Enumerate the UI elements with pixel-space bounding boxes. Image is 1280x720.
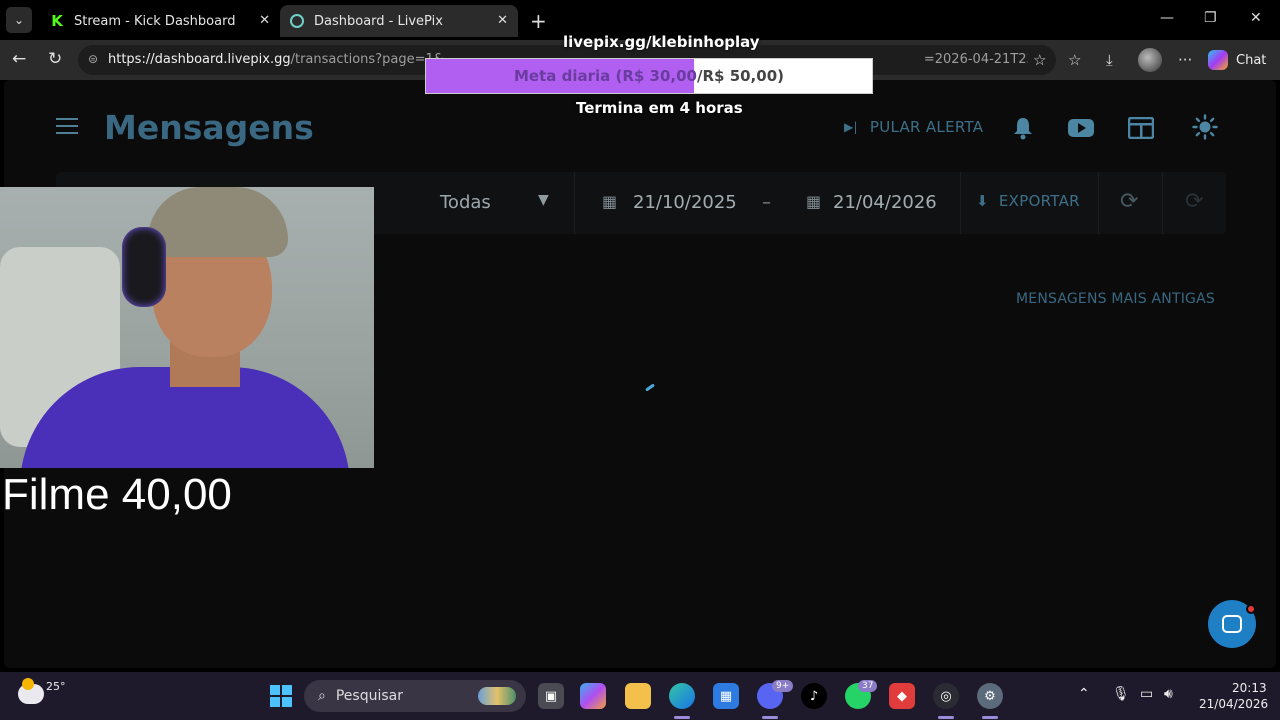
obs-icon[interactable]: ◎ — [933, 683, 959, 709]
kick-icon: K — [50, 12, 64, 30]
clock-date[interactable]: 21/04/2026 — [1199, 697, 1268, 711]
tab-title: Dashboard - LivePix — [314, 13, 443, 29]
date-range-separator: – — [762, 192, 771, 213]
export-button[interactable]: ⬇ EXPORTAR — [976, 192, 1080, 210]
temperature: 25° — [46, 680, 66, 693]
discord-badge: 9+ — [772, 680, 794, 692]
favorite-star-icon[interactable]: ☆ — [1033, 51, 1046, 69]
tab-actions-menu-button[interactable]: ⌄ — [6, 7, 32, 33]
profile-avatar[interactable] — [1138, 48, 1162, 72]
skip-alert-label: PULAR ALERTA — [869, 118, 984, 136]
microsoft-store-icon[interactable]: ▦ — [713, 683, 739, 709]
tab-title: Stream - Kick Dashboard — [74, 13, 236, 29]
livepix-icon — [290, 14, 304, 28]
search-icon: ⌕ — [318, 688, 326, 704]
file-explorer-icon[interactable] — [625, 683, 651, 709]
url-host: https://dashboard.livepix.gg — [108, 52, 291, 67]
m365-icon[interactable] — [580, 683, 606, 709]
whatsapp-badge: 37 — [858, 680, 878, 692]
download-icon: ⬇ — [976, 192, 989, 210]
site-info-icon[interactable]: ⊜ — [88, 52, 98, 66]
url-path: /transactions?page=1& — [290, 52, 444, 67]
weather-widget[interactable]: 25° — [18, 678, 66, 704]
goal-url-text: livepix.gg/klebinhoplay — [563, 33, 760, 51]
widgets-layout-icon[interactable] — [1128, 117, 1154, 139]
partly-cloudy-icon — [18, 678, 44, 704]
webcam-feed — [0, 187, 374, 468]
more-options-icon[interactable]: ··· — [1178, 51, 1192, 69]
export-label: EXPORTAR — [998, 192, 1080, 210]
tiktok-icon[interactable]: ♪ — [801, 683, 827, 709]
chat-bubble-icon — [1222, 615, 1242, 633]
notifications-bell-icon[interactable] — [1012, 116, 1034, 140]
support-chat-button[interactable] — [1208, 600, 1256, 648]
tab-kick-dashboard[interactable]: K Stream - Kick Dashboard ✕ — [40, 5, 280, 37]
edge-icon[interactable] — [669, 683, 695, 709]
settings-gear-icon[interactable]: ⚙ — [977, 683, 1003, 709]
new-tab-button[interactable]: + — [530, 9, 547, 33]
caret-down-icon[interactable]: ▼ — [538, 192, 549, 208]
taskbar-search[interactable]: ⌕ Pesquisar — [304, 680, 526, 712]
close-tab-icon[interactable]: ✕ — [259, 13, 270, 28]
auto-refresh-icon[interactable]: ⟳ — [1185, 189, 1203, 214]
menu-icon[interactable] — [56, 118, 78, 134]
goal-progress-bar: Meta diaria (R$ 30,00/R$ 50,00) — [425, 58, 873, 94]
page-title: Mensagens — [104, 108, 314, 147]
chat-label: Chat — [1236, 52, 1267, 68]
goal-current-amount: Meta diaria (R$ 30,00 — [513, 67, 697, 85]
calendar-icon: ▦ — [806, 192, 822, 211]
goal-label: Meta diaria (R$ 30,00/R$ 50,00) — [426, 59, 872, 93]
url-tail: =2026-04-21T23%3A59%3A59-03... — [923, 52, 1028, 67]
film-donation-text: Filme 40,00 — [2, 470, 232, 519]
close-window-icon[interactable]: ✕ — [1250, 10, 1262, 26]
volume-icon[interactable]: 🔊︎ — [1164, 686, 1173, 702]
goal-total-amount: /R$ 50,00) — [697, 67, 784, 85]
network-icon[interactable]: ▭ — [1140, 686, 1153, 702]
task-view-icon[interactable]: ▣ — [538, 683, 564, 709]
reload-icon[interactable]: ↻ — [48, 49, 62, 69]
filter-type-select[interactable]: Todas — [440, 192, 491, 213]
microphone-icon[interactable]: 🎙︎ — [1112, 686, 1130, 702]
older-messages-button[interactable]: MENSAGENS MAIS ANTIGAS — [1016, 291, 1215, 307]
back-icon[interactable]: ← — [12, 49, 26, 69]
copilot-chat-button[interactable]: Chat — [1208, 48, 1266, 72]
copilot-icon — [1208, 50, 1228, 70]
search-highlight-image — [478, 687, 516, 705]
restore-icon[interactable]: ❐ — [1204, 10, 1217, 26]
notification-dot — [1246, 604, 1256, 614]
skip-next-icon: ▶| — [844, 120, 858, 134]
show-hidden-icons-chevron[interactable]: ⌃ — [1078, 686, 1090, 702]
windows-taskbar: 25° ⌕ Pesquisar ▣ ▦ 9+ ♪ 37 ◆ ◎ ⚙ ⌃ 🎙︎ ▭… — [0, 672, 1280, 720]
calendar-icon: ▦ — [602, 192, 618, 211]
minimize-icon[interactable]: — — [1160, 10, 1174, 26]
date-to-input[interactable]: 21/04/2026 — [833, 192, 937, 213]
anydesk-icon[interactable]: ◆ — [889, 683, 915, 709]
clock-time[interactable]: 20:13 — [1232, 681, 1267, 695]
close-tab-icon[interactable]: ✕ — [497, 13, 508, 28]
skip-alert-button[interactable]: ▶| PULAR ALERTA — [844, 118, 983, 136]
tab-livepix-dashboard[interactable]: Dashboard - LivePix ✕ — [280, 5, 518, 37]
goal-ends-text: Termina em 4 horas — [576, 99, 743, 117]
search-placeholder: Pesquisar — [335, 688, 403, 704]
refresh-icon[interactable]: ⟳ — [1120, 189, 1138, 214]
youtube-icon[interactable] — [1068, 119, 1094, 137]
downloads-icon[interactable]: ⤓ — [1106, 51, 1113, 69]
favorites-icon[interactable]: ☆ — [1068, 51, 1081, 69]
loading-spinner — [645, 383, 655, 392]
date-from-input[interactable]: 21/10/2025 — [633, 192, 737, 213]
theme-toggle-icon[interactable] — [1192, 114, 1218, 140]
start-button[interactable] — [270, 685, 292, 707]
